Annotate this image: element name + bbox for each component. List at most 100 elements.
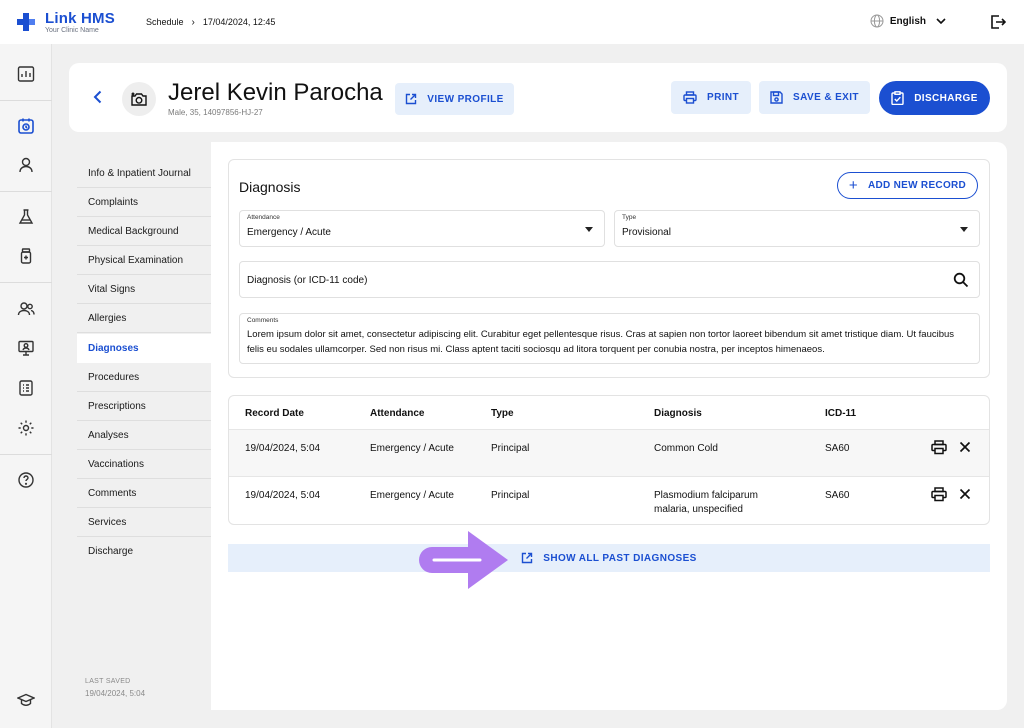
logout-icon[interactable] bbox=[990, 14, 1006, 30]
comments-textarea[interactable]: Comments Lorem ipsum dolor sit amet, con… bbox=[239, 313, 980, 364]
rail-patients[interactable] bbox=[0, 150, 52, 180]
globe-icon bbox=[870, 14, 884, 28]
header-diagnosis: Diagnosis bbox=[654, 408, 702, 419]
header-record-date: Record Date bbox=[245, 408, 304, 419]
attendance-value: Emergency / Acute bbox=[247, 227, 331, 238]
view-profile-label: VIEW PROFILE bbox=[427, 93, 504, 105]
save-icon bbox=[770, 91, 783, 104]
rail-monitor[interactable] bbox=[0, 333, 52, 363]
chevron-down-icon bbox=[936, 18, 946, 24]
pointer-arrow-icon bbox=[419, 531, 508, 589]
last-saved-value: 19/04/2024, 5:04 bbox=[85, 689, 146, 698]
language-label: English bbox=[889, 15, 926, 27]
nav-vaccinations[interactable]: Vaccinations bbox=[77, 450, 211, 479]
medicine-bottle-icon bbox=[20, 248, 32, 264]
patient-meta: Male, 35, 14097856-HJ-27 bbox=[168, 108, 263, 117]
nav-discharge[interactable]: Discharge bbox=[77, 537, 211, 566]
nav-procedures[interactable]: Procedures bbox=[77, 363, 211, 392]
show-all-past-diagnoses-button[interactable]: SHOW ALL PAST DIAGNOSES bbox=[228, 544, 990, 572]
back-arrow-icon[interactable] bbox=[91, 90, 105, 104]
rail-settings[interactable] bbox=[0, 413, 52, 443]
nav-prescriptions[interactable]: Prescriptions bbox=[77, 392, 211, 421]
language-selector[interactable]: English bbox=[870, 14, 952, 28]
rail-pharmacy[interactable] bbox=[0, 241, 52, 271]
clipboard-check-icon bbox=[891, 91, 904, 105]
nav-comments[interactable]: Comments bbox=[77, 479, 211, 508]
diagnosis-title: Diagnosis bbox=[239, 179, 301, 195]
patient-header: Jerel Kevin Parocha Male, 35, 14097856-H… bbox=[69, 63, 1007, 132]
delete-row-icon[interactable] bbox=[959, 441, 971, 453]
discharge-label: DISCHARGE bbox=[914, 92, 978, 104]
header-icd11: ICD-11 bbox=[825, 408, 857, 419]
cell-attendance: Emergency / Acute bbox=[370, 490, 454, 501]
user-icon bbox=[19, 157, 33, 173]
left-rail bbox=[0, 44, 52, 728]
nav-vital-signs[interactable]: Vital Signs bbox=[77, 275, 211, 304]
dropdown-caret-icon bbox=[960, 227, 968, 232]
attendance-select[interactable]: Attendance Emergency / Acute bbox=[239, 210, 605, 247]
save-exit-button[interactable]: SAVE & EXIT bbox=[759, 81, 870, 114]
rail-documents[interactable] bbox=[0, 373, 52, 403]
type-label: Type bbox=[622, 214, 637, 221]
nav-diagnoses[interactable]: Diagnoses bbox=[77, 334, 211, 363]
external-link-icon bbox=[522, 552, 533, 564]
record-sections-nav: Info & Inpatient Journal Complaints Medi… bbox=[69, 142, 211, 710]
rail-dashboard[interactable] bbox=[0, 59, 52, 89]
type-select[interactable]: Type Provisional bbox=[614, 210, 980, 247]
nav-info-journal[interactable]: Info & Inpatient Journal bbox=[77, 159, 211, 188]
breadcrumb: Schedule › 17/04/2024, 12:45 bbox=[146, 17, 275, 28]
breadcrumb-schedule[interactable]: Schedule bbox=[146, 17, 184, 27]
rail-academy[interactable] bbox=[0, 685, 52, 715]
nav-analyses[interactable]: Analyses bbox=[77, 421, 211, 450]
monitor-user-icon bbox=[18, 340, 34, 356]
app-logo[interactable]: Link HMS Your Clinic Name bbox=[16, 11, 136, 34]
last-saved-label: LAST SAVED bbox=[85, 678, 131, 685]
attendance-label: Attendance bbox=[247, 214, 280, 221]
header-attendance: Attendance bbox=[370, 408, 425, 419]
print-row-icon[interactable] bbox=[931, 487, 947, 502]
nav-medical-background[interactable]: Medical Background bbox=[77, 217, 211, 246]
print-row-icon[interactable] bbox=[931, 440, 947, 455]
printer-icon bbox=[683, 91, 697, 104]
top-bar: Link HMS Your Clinic Name Schedule › 17/… bbox=[0, 0, 1024, 44]
breadcrumb-separator: › bbox=[191, 16, 195, 28]
diagnosis-search-input[interactable]: Diagnosis (or ICD-11 code) bbox=[239, 261, 980, 298]
nav-allergies[interactable]: Allergies bbox=[77, 304, 211, 333]
print-button[interactable]: PRINT bbox=[671, 81, 751, 114]
app-subtitle: Your Clinic Name bbox=[45, 26, 99, 34]
add-new-record-button[interactable]: + ADD NEW RECORD bbox=[837, 172, 978, 199]
view-profile-button[interactable]: VIEW PROFILE bbox=[395, 83, 514, 115]
rail-schedule[interactable] bbox=[0, 111, 52, 141]
save-exit-label: SAVE & EXIT bbox=[793, 92, 859, 103]
nav-complaints[interactable]: Complaints bbox=[77, 188, 211, 217]
camera-add-icon bbox=[131, 92, 147, 106]
rail-help[interactable] bbox=[0, 465, 52, 495]
type-value: Provisional bbox=[622, 227, 671, 238]
flask-icon bbox=[18, 209, 34, 224]
delete-row-icon[interactable] bbox=[959, 488, 971, 500]
cell-diagnosis: Plasmodium falciparum malaria, unspecifi… bbox=[654, 490, 758, 515]
app-title: Link HMS bbox=[45, 9, 115, 27]
calendar-clock-icon bbox=[18, 118, 34, 134]
table-row[interactable]: 19/04/2024, 5:04 Emergency / Acute Princ… bbox=[229, 429, 989, 477]
nav-services[interactable]: Services bbox=[77, 508, 211, 537]
search-icon[interactable] bbox=[953, 272, 969, 288]
external-link-icon bbox=[406, 93, 417, 105]
header-type: Type bbox=[491, 408, 514, 419]
rail-staff[interactable] bbox=[0, 294, 52, 324]
add-new-record-label: ADD NEW RECORD bbox=[867, 180, 967, 191]
table-row[interactable]: 19/04/2024, 5:04 Emergency / Acute Princ… bbox=[229, 477, 989, 524]
cell-diagnosis: Common Cold bbox=[654, 443, 718, 454]
diagnosis-form: Diagnosis + ADD NEW RECORD Attendance Em… bbox=[228, 159, 990, 378]
chart-report-icon bbox=[17, 66, 35, 82]
gear-icon bbox=[18, 420, 34, 436]
cell-attendance: Emergency / Acute bbox=[370, 443, 454, 454]
diagnoses-panel: Diagnosis + ADD NEW RECORD Attendance Em… bbox=[211, 142, 1007, 710]
discharge-button[interactable]: DISCHARGE bbox=[879, 81, 990, 115]
rail-lab[interactable] bbox=[0, 202, 52, 232]
patient-photo-button[interactable] bbox=[122, 82, 156, 116]
medical-cross-icon bbox=[17, 13, 35, 31]
cell-record-date: 19/04/2024, 5:04 bbox=[245, 490, 321, 501]
cell-icd11: SA60 bbox=[825, 490, 850, 501]
nav-physical-examination[interactable]: Physical Examination bbox=[77, 246, 211, 275]
